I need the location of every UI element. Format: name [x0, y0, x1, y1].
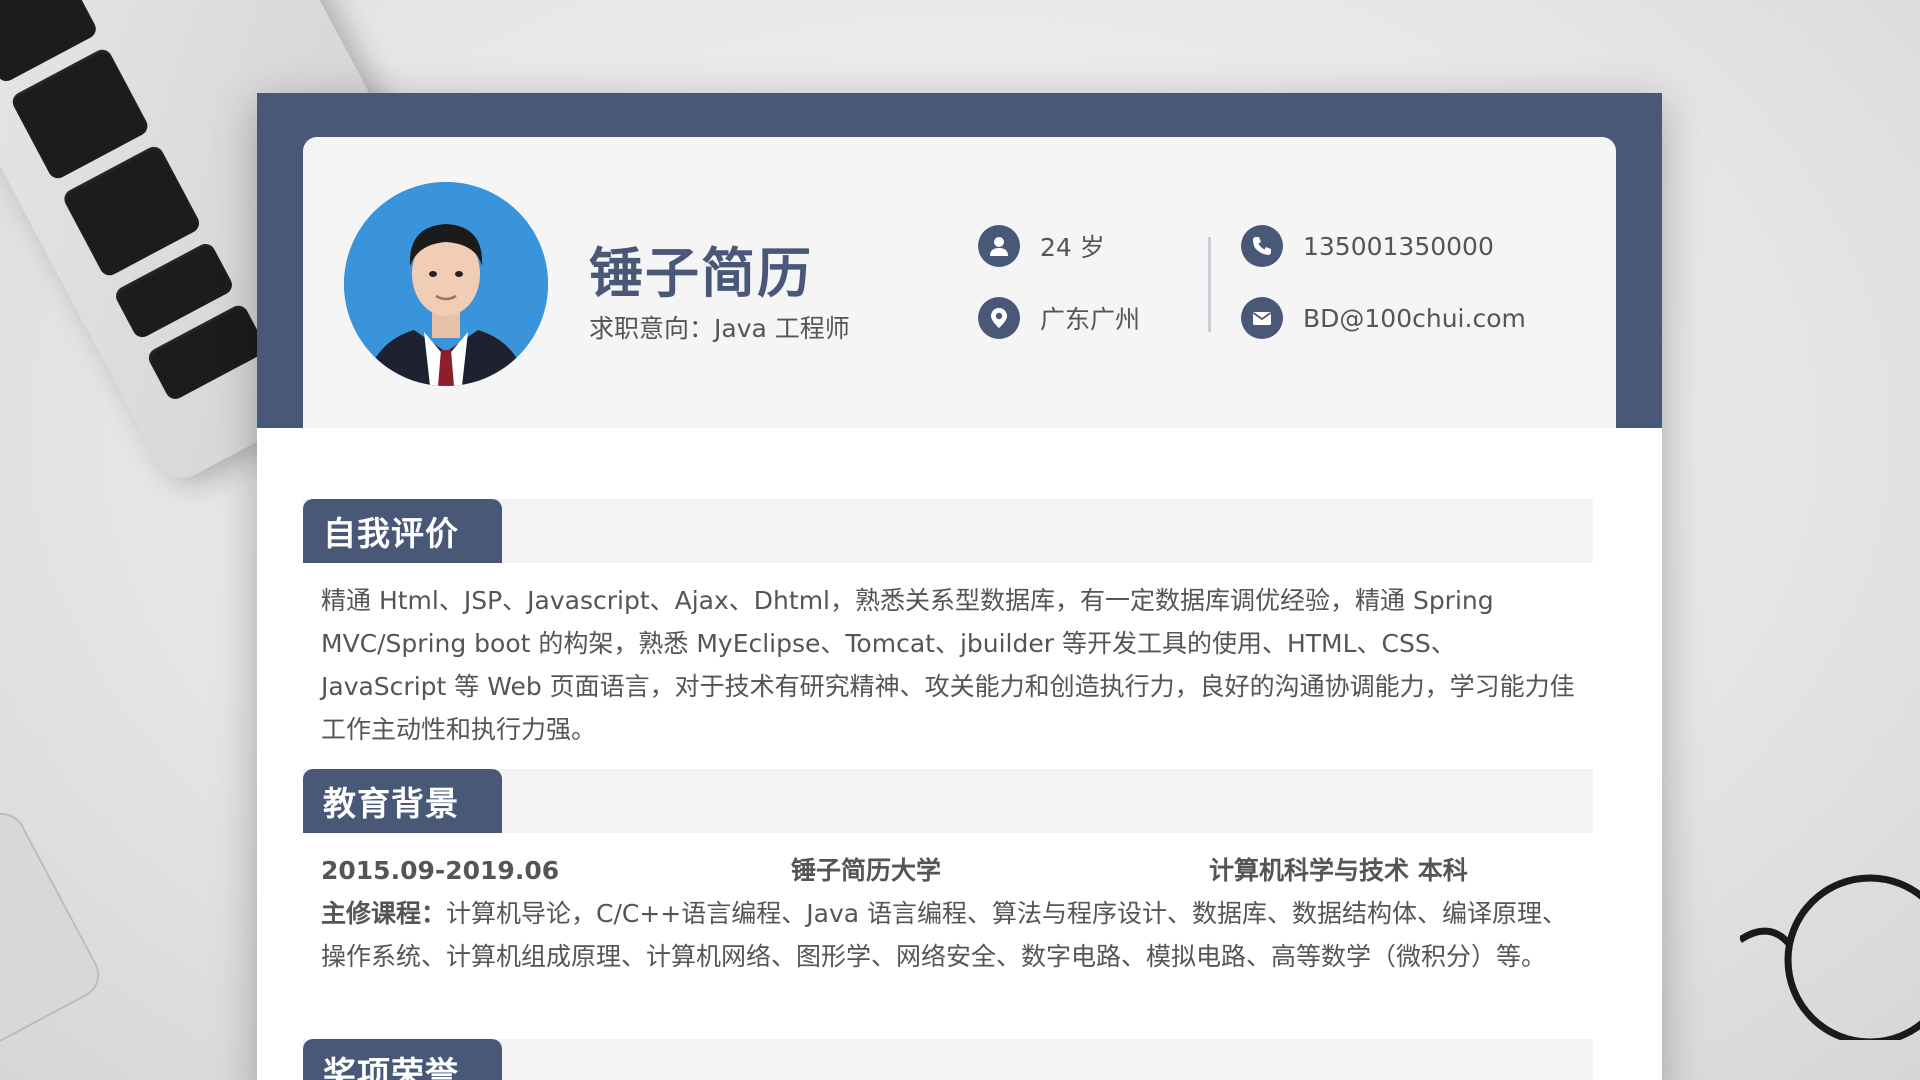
glasses-decoration — [1740, 874, 1920, 1040]
trackpad-decoration — [0, 804, 108, 1080]
courses-label: 主修课程： — [321, 899, 447, 928]
resume-name: 锤子简历 — [589, 242, 813, 305]
info-divider — [1208, 237, 1211, 332]
user-icon — [978, 225, 1020, 267]
section-header-bar: 奖项荣誉 — [303, 1039, 1593, 1080]
info-age: 24 岁 — [978, 225, 1105, 267]
education-school: 锤子简历大学 — [791, 856, 942, 885]
location-text: 广东广州 — [1040, 305, 1141, 334]
section-header-bar: 教育背景 — [303, 769, 1593, 833]
phone-icon — [1241, 225, 1283, 267]
phone-text: 135001350000 — [1303, 231, 1494, 261]
section-education: 教育背景 2015.09-2019.06 锤子简历大学 计算机科学与技术 本科 … — [303, 769, 1593, 978]
info-phone: 135001350000 — [1241, 225, 1494, 267]
age-text: 24 岁 — [1040, 233, 1105, 262]
email-text: BD@100chui.com — [1303, 303, 1526, 333]
self-evaluation-text: 精通 Html、JSP、Javascript、Ajax、Dhtml，熟悉关系型数… — [321, 586, 1575, 744]
resume-page: 锤子简历 求职意向：Java 工程师 24 岁 广东广州 13500135000… — [257, 93, 1662, 1080]
education-courses: 主修课程：计算机导论，C/C++语言编程、Java 语言编程、算法与程序设计、数… — [321, 892, 1575, 978]
section-header-bar: 自我评价 — [303, 499, 1593, 563]
education-period: 2015.09-2019.06 — [321, 856, 560, 885]
education-row: 2015.09-2019.06 锤子简历大学 计算机科学与技术 本科 — [321, 849, 1575, 892]
section-title: 教育背景 — [303, 769, 502, 833]
info-location: 广东广州 — [978, 297, 1140, 339]
envelope-icon — [1241, 297, 1283, 339]
education-major: 计算机科学与技术 本科 — [1209, 856, 1468, 885]
section-self-evaluation: 自我评价 精通 Html、JSP、Javascript、Ajax、Dhtml，熟… — [303, 499, 1593, 751]
map-pin-icon — [978, 297, 1020, 339]
avatar-portrait-icon — [344, 182, 548, 386]
section-title: 奖项荣誉 — [303, 1039, 502, 1080]
education-body: 2015.09-2019.06 锤子简历大学 计算机科学与技术 本科 主修课程：… — [303, 833, 1593, 978]
header-card: 锤子简历 求职意向：Java 工程师 24 岁 广东广州 13500135000… — [303, 137, 1616, 428]
job-intent: 求职意向：Java 工程师 — [589, 314, 850, 343]
section-title: 自我评价 — [303, 499, 502, 563]
courses-text: 计算机导论，C/C++语言编程、Java 语言编程、算法与程序设计、数据库、数据… — [321, 899, 1568, 971]
avatar — [344, 182, 548, 386]
info-email: BD@100chui.com — [1241, 297, 1526, 339]
section-awards: 奖项荣誉 — [303, 1039, 1593, 1080]
